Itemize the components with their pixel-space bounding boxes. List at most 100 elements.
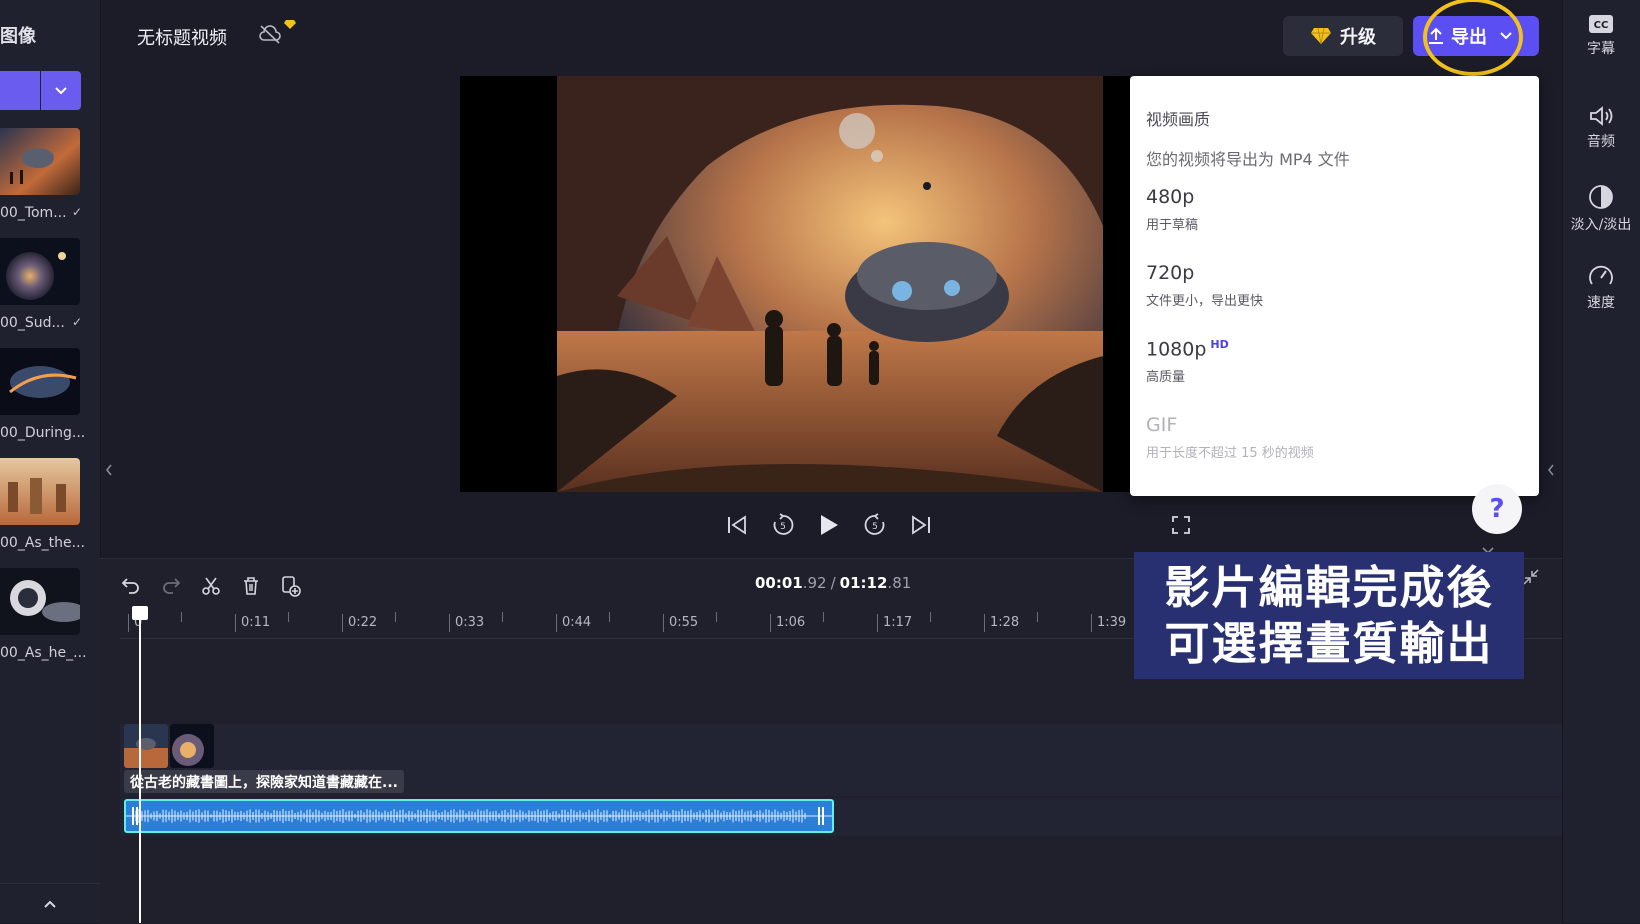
upgrade-label: 升级 <box>1340 27 1376 48</box>
media-thumbnail[interactable] <box>0 238 80 305</box>
svg-text:5: 5 <box>780 522 786 532</box>
export-button[interactable]: 导出 <box>1413 16 1539 56</box>
skip-forward-icon <box>912 515 930 535</box>
clip-frame-image <box>170 724 214 768</box>
playhead[interactable] <box>139 608 141 923</box>
ruler-major-tick <box>235 614 236 632</box>
split-button[interactable] <box>196 571 226 601</box>
media-item-4[interactable]: 00_As_the... <box>0 535 86 551</box>
media-thumbnail[interactable] <box>0 348 80 415</box>
ruler-minor-tick <box>609 612 610 622</box>
redo-icon <box>163 578 181 594</box>
quality-option-480p[interactable]: 480p 用于草稿 <box>1130 176 1539 238</box>
undo-icon <box>121 578 139 594</box>
media-item-label: 00_During... <box>0 425 86 441</box>
svg-text:CC: CC <box>1594 20 1609 31</box>
ruler-major-tick <box>984 614 985 632</box>
media-item-3[interactable]: 00_During... <box>0 425 86 441</box>
quality-option-name: 720p <box>1146 262 1195 284</box>
add-copy-icon <box>282 576 301 597</box>
rewind-5-icon: 5 <box>773 513 794 535</box>
timeline-clip-thumbnail[interactable] <box>124 724 168 768</box>
text-clip-caption[interactable]: 從古老的藏書圖上，探險家知道書藏藏在... <box>124 770 404 793</box>
collapse-right-panel-button[interactable] <box>1544 455 1558 485</box>
skip-to-start-button[interactable] <box>720 508 754 542</box>
chevron-left-icon <box>105 464 112 476</box>
media-thumbnail-image <box>0 238 80 305</box>
rewind-5s-button[interactable]: 5 <box>766 508 800 542</box>
ruler-tick-label: 0:55 <box>669 615 699 630</box>
time-display: 00:01.92/01:12.81 <box>755 574 911 592</box>
ruler-tick-label: 1:06 <box>776 615 806 630</box>
media-thumbnail[interactable] <box>0 458 80 525</box>
ruler-minor-tick <box>823 612 824 622</box>
fade-tool[interactable]: 淡入/淡出 <box>1562 184 1640 234</box>
delete-button[interactable] <box>236 571 266 601</box>
play-button[interactable] <box>812 508 846 542</box>
rail-label: 速度 <box>1587 295 1615 311</box>
dropdown-title: 视频画质 <box>1146 110 1211 129</box>
media-thumbnail[interactable] <box>0 128 80 195</box>
media-item-1[interactable]: 00_Tom... ✓ <box>0 205 82 221</box>
collapse-timeline-button[interactable] <box>1522 568 1540 590</box>
speed-tool[interactable]: 速度 <box>1562 264 1640 312</box>
ruler-minor-tick <box>502 612 503 622</box>
total-time: 01:12 <box>839 574 888 592</box>
audio-clip[interactable] <box>124 799 834 833</box>
media-item-2[interactable]: 00_Sud... ✓ <box>0 315 82 331</box>
quality-option-720p[interactable]: 720p 文件更小，导出更快 <box>1130 252 1539 314</box>
media-item-label: 00_Sud... <box>0 315 65 331</box>
media-item-5[interactable]: 00_As_he_... <box>0 645 87 661</box>
rail-label: 字幕 <box>1587 41 1615 57</box>
timeline-clip-thumbnail[interactable] <box>170 724 214 768</box>
cloud-off-icon <box>258 24 282 48</box>
duplicate-button[interactable] <box>276 571 306 601</box>
skip-back-icon <box>728 515 746 535</box>
check-icon: ✓ <box>71 315 82 329</box>
cc-icon: CC <box>1589 15 1613 33</box>
ruler-minor-tick <box>716 612 717 622</box>
subtitle-overlay: 影片編輯完成後 可選擇畫質輸出 <box>1134 552 1524 679</box>
ruler-tick-label: 1:28 <box>990 615 1020 630</box>
quality-option-desc: 用于草稿 <box>1146 218 1199 233</box>
upgrade-button[interactable]: 升级 <box>1283 16 1403 56</box>
time-separator: / <box>830 574 836 592</box>
quality-option-gif[interactable]: GIF 用于长度不超过 15 秒的视频 <box>1130 404 1539 466</box>
import-media-dropdown-button[interactable] <box>41 71 81 110</box>
scissors-icon <box>202 577 220 595</box>
quality-option-desc: 文件更小，导出更快 <box>1146 294 1264 309</box>
audio-tool[interactable]: 音频 <box>1562 105 1640 151</box>
subtitle-line-2: 可選擇畫質輸出 <box>1164 616 1494 670</box>
collapse-left-panel-button[interactable] <box>102 455 116 485</box>
playhead-handle[interactable] <box>132 606 148 620</box>
forward-5s-button[interactable]: 5 <box>858 508 892 542</box>
quality-option-name: 480p <box>1146 186 1195 208</box>
ruler-tick-label: 0:11 <box>241 615 271 630</box>
fullscreen-button[interactable] <box>1164 508 1198 542</box>
media-item-label: 00_As_the... <box>0 535 86 551</box>
media-item-label: 00_Tom... <box>0 205 67 221</box>
media-panel-expand-button[interactable] <box>0 883 100 924</box>
hd-badge: HD <box>1210 338 1229 351</box>
dropdown-subtitle: 您的视频将导出为 MP4 文件 <box>1146 150 1350 169</box>
media-thumbnail[interactable] <box>0 568 80 635</box>
import-media-button[interactable] <box>0 71 40 110</box>
captions-tool[interactable]: CC 字幕 <box>1562 14 1640 58</box>
media-thumbnail-image <box>0 128 80 195</box>
video-preview[interactable] <box>460 76 1130 492</box>
chevron-left-icon <box>1547 464 1554 476</box>
redo-button[interactable] <box>156 571 186 601</box>
help-button[interactable]: ? <box>1472 484 1522 534</box>
export-label: 导出 <box>1451 27 1487 48</box>
project-title[interactable]: 无标题视频 <box>137 24 227 50</box>
preview-frame-image <box>557 76 1103 492</box>
chevron-down-icon <box>55 86 67 94</box>
ruler-minor-tick <box>1037 612 1038 622</box>
speaker-icon <box>1590 106 1613 126</box>
question-mark-icon: ? <box>1489 494 1505 524</box>
skip-to-end-button[interactable] <box>904 508 938 542</box>
quality-option-1080p[interactable]: 1080p HD 高质量 <box>1130 328 1539 390</box>
ruler-major-tick <box>770 614 771 632</box>
undo-button[interactable] <box>116 571 146 601</box>
check-icon: ✓ <box>71 205 82 219</box>
